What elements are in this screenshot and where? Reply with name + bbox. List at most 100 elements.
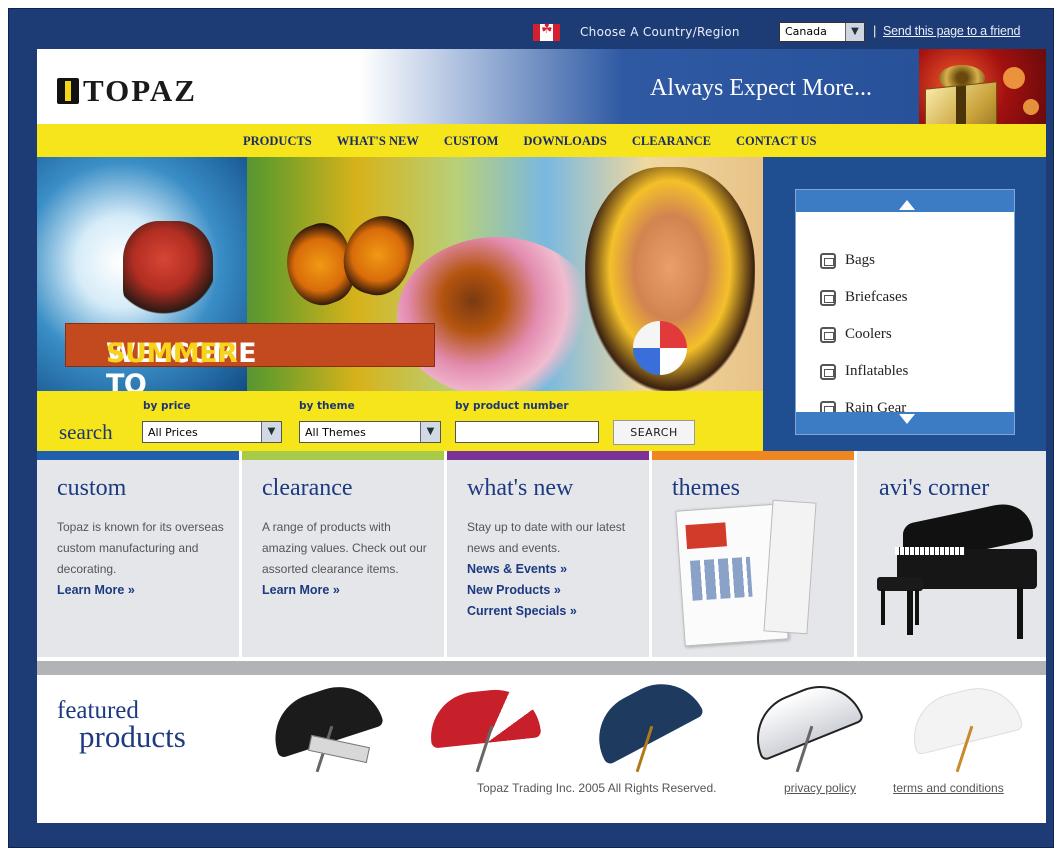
feature-columns: custom Topaz is known for its overseas c… [37,451,1046,661]
bag-icon [820,252,836,269]
umbrella-product-white[interactable] [904,678,1029,775]
category-item-briefcases[interactable]: Briefcases [820,279,908,316]
nav-downloads[interactable]: DOWNLOADS [523,134,606,149]
piano-image[interactable] [877,497,1037,642]
surfer-image [123,221,213,317]
current-specials-link[interactable]: Current Specials » [467,601,643,622]
category-label: Inflatables [845,363,909,379]
top-bar: Choose A Country/Region Canada ▼ | Send … [9,9,1053,49]
welcome-text-yellow: SUMMER [106,338,238,369]
featured-title-line2: products [79,719,186,754]
search-button[interactable]: SEARCH [613,420,695,445]
section-divider [37,661,1046,675]
clearance-column: clearance A range of products with amazi… [242,451,444,657]
page-frame: Choose A Country/Region Canada ▼ | Send … [8,8,1054,848]
piano-leg [1017,587,1023,639]
umbrella-product-black[interactable] [263,675,389,775]
piano-leg [907,587,913,635]
scroll-down-icon[interactable] [899,414,915,424]
whats-new-description: Stay up to date with our latest news and… [467,517,643,622]
product-number-label: by product number [455,400,569,412]
category-item-bags[interactable]: Bags [820,242,908,279]
clearance-color-bar [242,451,444,460]
custom-learn-more-link[interactable]: Learn More » [57,580,233,601]
clearance-description: A range of products with amazing values.… [262,517,438,601]
choose-country-label: Choose A Country/Region [580,25,740,39]
country-select[interactable]: Canada ▼ [779,22,865,42]
copyright-text: Topaz Trading Inc. 2005 All Rights Reser… [477,781,717,795]
inflatable-icon [820,363,836,380]
nav-clearance[interactable]: CLEARANCE [632,134,711,149]
price-select[interactable]: All Prices ▼ [142,421,282,443]
theme-label: by theme [299,400,355,412]
custom-description: Topaz is known for its overseas custom m… [57,517,233,601]
butterfly-image [275,207,421,315]
search-bar: search by price All Prices ▼ by theme Al… [37,391,763,451]
whats-new-column: what's new Stay up to date with our late… [447,451,649,657]
topbar-separator: | [873,23,877,38]
news-events-link[interactable]: News & Events » [467,559,643,580]
category-item-inflatables[interactable]: Inflatables [820,353,908,390]
avis-corner-column[interactable]: avi's corner [857,451,1046,657]
clearance-text: A range of products with amazing values.… [262,520,427,576]
scroll-up-icon[interactable] [899,200,915,210]
scroll-up-bar[interactable] [796,190,1014,212]
chevron-down-icon[interactable]: ▼ [261,422,281,442]
nav-contact-us[interactable]: CONTACT US [736,134,816,149]
umbrella-product-navy[interactable] [583,668,709,775]
themes-color-bar [652,451,854,460]
themes-title[interactable]: themes [672,475,740,502]
welcome-banner: WELCOME TO SUMMER [65,323,435,391]
whats-new-title[interactable]: what's new [467,475,573,502]
new-products-link[interactable]: New Products » [467,580,643,601]
chevron-down-icon[interactable]: ▼ [420,422,440,442]
canada-flag-icon [533,22,560,41]
category-scroller: Bags Briefcases Coolers Inflatables Rain… [795,189,1015,435]
main-nav: PRODUCTS WHAT'S NEW CUSTOM DOWNLOADS CLE… [37,124,1046,157]
price-select-value: All Prices [148,426,198,439]
cooler-icon [820,326,836,343]
category-panel: Bags Briefcases Coolers Inflatables Rain… [763,157,1046,451]
nav-custom[interactable]: CUSTOM [444,134,499,149]
themes-column[interactable]: themes [652,451,854,657]
send-to-friend-link[interactable]: Send this page to a friend [883,24,1020,38]
avis-corner-title[interactable]: avi's corner [879,475,989,502]
site-header: TOPAZ Always Expect More... [37,49,1046,169]
bokeh-light [1023,99,1039,115]
tagline: Always Expect More... [650,75,872,101]
theme-select-value: All Themes [305,426,366,439]
chevron-down-icon[interactable]: ▼ [845,23,864,41]
category-label: Briefcases [845,289,908,305]
clearance-title[interactable]: clearance [262,475,353,502]
nav-items: PRODUCTS WHAT'S NEW CUSTOM DOWNLOADS CLE… [243,134,841,149]
umbrella-product-red-white[interactable] [426,685,549,775]
custom-column: custom Topaz is known for its overseas c… [37,451,239,657]
brochure-page [763,499,817,635]
hero-banner[interactable]: WELCOME TO SUMMER [37,157,763,391]
briefcase-icon [820,289,836,306]
terms-link[interactable]: terms and conditions [893,781,1004,795]
bench-leg [915,589,919,625]
beach-ball-image [633,321,687,375]
category-item-coolers[interactable]: Coolers [820,316,908,353]
nav-whats-new[interactable]: WHAT'S NEW [337,134,419,149]
custom-title[interactable]: custom [57,475,126,502]
whats-new-color-bar [447,451,649,460]
theme-select[interactable]: All Themes ▼ [299,421,441,443]
whats-new-text: Stay up to date with our latest news and… [467,520,626,555]
price-label: by price [143,400,191,412]
clearance-learn-more-link[interactable]: Learn More » [262,580,438,601]
umbrella-product-silver[interactable] [743,672,869,775]
scroll-down-bar[interactable] [796,412,1014,434]
umbrella-canopy [426,685,542,749]
category-label: Bags [845,252,875,268]
topaz-logo[interactable]: TOPAZ [57,73,197,109]
product-number-input[interactable] [455,421,599,443]
nav-products[interactable]: PRODUCTS [243,134,312,149]
category-list: Bags Briefcases Coolers Inflatables Rain… [820,242,908,427]
logo-text: TOPAZ [83,73,197,108]
featured-products: featured products Topaz Trading Inc. 200… [37,668,1046,823]
themes-brochure-image[interactable] [675,499,820,647]
custom-color-bar [37,451,239,460]
privacy-policy-link[interactable]: privacy policy [784,781,856,795]
